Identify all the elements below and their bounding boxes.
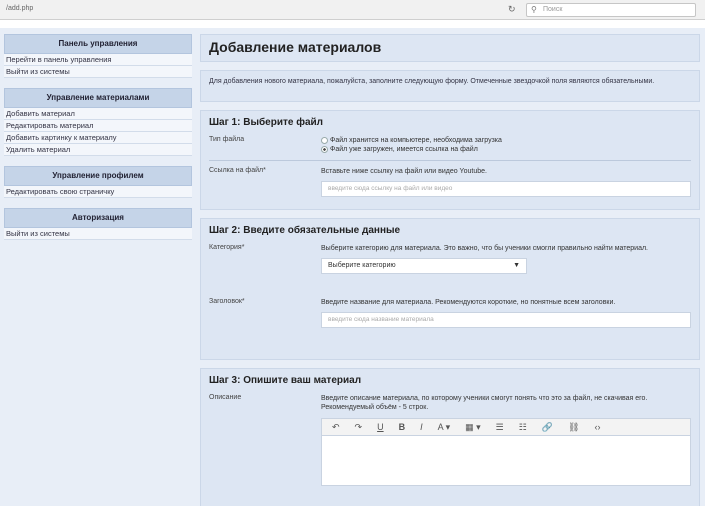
file-link-input[interactable]: введите сюда ссылку на файл или видео <box>321 181 691 197</box>
file-link-hint: Вставьте ниже ссылку на файл или видео Y… <box>321 168 487 175</box>
sidebar-heading: Панель управления <box>4 34 192 54</box>
intro-panel: Для добавления нового материала, пожалуй… <box>200 70 700 102</box>
step2-title: Шаг 2: Введите обязательные данные <box>209 225 401 236</box>
numbered-list-icon[interactable]: ☷ <box>519 422 527 432</box>
code-icon[interactable]: ‹› <box>594 422 600 432</box>
category-hint: Выберите категорию для материала. Это ва… <box>321 245 649 252</box>
heading-label: Заголовок* <box>209 298 245 305</box>
file-link-label: Ссылка на файл* <box>209 167 266 174</box>
radio-upload[interactable]: Файл хранится на компьютере, необходима … <box>321 136 691 145</box>
sidebar-item-edit-material[interactable]: Редактировать материал <box>4 120 192 132</box>
search-icon: ⚲ <box>531 5 537 14</box>
intro-text: Для добавления нового материала, пожалуй… <box>209 78 655 85</box>
heading-hint: Введите название для материала. Рекоменд… <box>321 299 616 306</box>
sidebar-heading: Управление материалами <box>4 88 192 108</box>
step3-title: Шаг 3: Опишите ваш материал <box>209 375 362 386</box>
undo-icon[interactable]: ↶ <box>332 422 340 432</box>
sidebar-heading: Авторизация <box>4 208 192 228</box>
radio-circle-icon[interactable] <box>321 137 328 144</box>
sidebar-item-add-material[interactable]: Добавить материал <box>4 108 192 120</box>
sidebar-block-auth: Авторизация Выйти из системы <box>4 208 192 240</box>
chevron-down-icon: ▼ <box>513 262 520 269</box>
page: Панель управления Перейти в панель управ… <box>0 28 705 506</box>
step2-panel: Шаг 2: Введите обязательные данные Катег… <box>200 218 700 360</box>
heading-row: Заголовок* Введите название для материал… <box>209 298 691 328</box>
description-row: Описание Введите описание материала, по … <box>209 394 691 486</box>
search-placeholder: Поиск <box>543 6 563 13</box>
radio-link[interactable]: Файл уже загружен, имеется ссылка на фай… <box>321 145 691 154</box>
step1-panel: Шаг 1: Выберите файл Тип файла Файл хран… <box>200 110 700 210</box>
sidebar-item-go-to-panel[interactable]: Перейти в панель управления <box>4 54 192 66</box>
category-row: Категория* Выберите категорию для матери… <box>209 244 691 298</box>
category-label: Категория* <box>209 244 245 251</box>
divider <box>209 160 691 161</box>
radio-selected-icon[interactable] <box>321 146 328 153</box>
title-panel: Добавление материалов <box>200 34 700 62</box>
redo-icon[interactable]: ↷ <box>355 422 363 432</box>
sidebar-item-edit-profile[interactable]: Редактировать свою страничку <box>4 186 192 198</box>
category-select-value: Выберите категорию <box>328 262 396 269</box>
main-content: Добавление материалов Для добавления нов… <box>200 34 700 506</box>
browser-address-bar: /add.php ↻ ⚲ Поиск <box>0 0 705 20</box>
italic-button[interactable]: I <box>420 422 423 432</box>
step3-panel: Шаг 3: Опишите ваш материал Описание Вве… <box>200 368 700 506</box>
file-type-row: Тип файла Файл хранится на компьютере, н… <box>209 136 691 154</box>
radio-link-label: Файл уже загружен, имеется ссылка на фай… <box>330 146 478 153</box>
bold-button[interactable]: B <box>399 422 406 432</box>
description-hint: Введите описание материала, по которому … <box>321 395 648 411</box>
url-text[interactable]: /add.php <box>6 5 33 12</box>
reload-icon[interactable]: ↻ <box>508 4 516 15</box>
description-editor[interactable] <box>321 436 691 486</box>
editor-toolbar: ↶ ↷ U B I A ▾ ▦ ▾ ☰ ☷ 🔗 ⛓ ‹› <box>321 418 691 436</box>
sidebar-item-add-image[interactable]: Добавить картинку к материалу <box>4 132 192 144</box>
sidebar-block-profile: Управление профилем Редактировать свою с… <box>4 166 192 198</box>
link-icon[interactable]: 🔗 <box>542 422 553 432</box>
radio-upload-label: Файл хранится на компьютере, необходима … <box>330 137 502 144</box>
bullet-list-icon[interactable]: ☰ <box>496 422 504 432</box>
sidebar-item-logout[interactable]: Выйти из системы <box>4 228 192 240</box>
unlink-icon[interactable]: ⛓ <box>568 422 579 432</box>
heading-input[interactable]: введите сюда название материала <box>321 312 691 328</box>
sidebar-item-logout[interactable]: Выйти из системы <box>4 66 192 78</box>
page-title: Добавление материалов <box>209 39 382 55</box>
background-color-icon[interactable]: ▦ ▾ <box>465 422 481 432</box>
sidebar-heading: Управление профилем <box>4 166 192 186</box>
description-label: Описание <box>209 394 242 401</box>
sidebar-item-delete-material[interactable]: Удалить материал <box>4 144 192 156</box>
sidebar-block-materials: Управление материалами Добавить материал… <box>4 88 192 156</box>
file-link-row: Ссылка на файл* Вставьте ниже ссылку на … <box>209 167 691 197</box>
step1-title: Шаг 1: Выберите файл <box>209 117 324 128</box>
font-color-icon[interactable]: A ▾ <box>438 422 451 432</box>
sidebar-block-control-panel: Панель управления Перейти в панель управ… <box>4 34 192 78</box>
sidebar: Панель управления Перейти в панель управ… <box>4 34 192 500</box>
browser-search-input[interactable]: ⚲ Поиск <box>526 3 696 17</box>
underline-button[interactable]: U <box>377 422 384 432</box>
file-type-label: Тип файла <box>209 136 245 143</box>
category-select[interactable]: Выберите категорию ▼ <box>321 258 527 274</box>
